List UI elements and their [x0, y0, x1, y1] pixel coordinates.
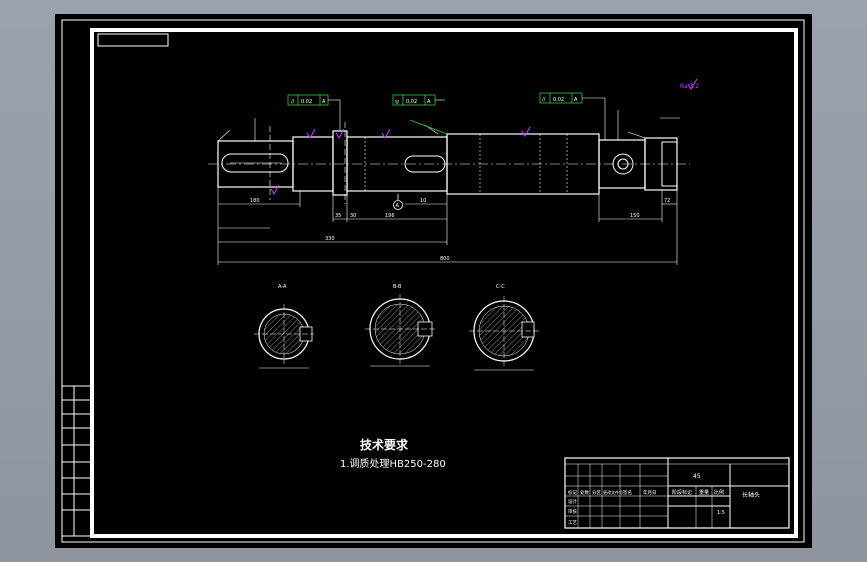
dim-72: 72	[664, 198, 670, 204]
drawing-sheet: 180 330 800 35 30 10 196 150 72 A // 0.0…	[55, 14, 812, 548]
svg-text:A-A: A-A	[278, 284, 287, 290]
tech-requirements-title: 技术要求	[360, 437, 409, 452]
svg-text:B-B: B-B	[393, 284, 402, 290]
row-label-change: 更改文件号	[603, 489, 623, 495]
tech-requirements-item1: 1.调质处理HB250-280	[340, 458, 446, 470]
dim-196: 196	[385, 213, 395, 219]
dim-35: 35	[335, 213, 341, 219]
svg-text:C-C: C-C	[496, 284, 505, 290]
row-label-mark: 标记	[568, 489, 577, 496]
dim-30: 30	[350, 213, 356, 219]
svg-text:◎: ◎	[395, 99, 400, 105]
row-label-zone: 分区	[592, 489, 601, 496]
svg-text://: //	[291, 99, 295, 105]
row-label-date: 年月日	[643, 489, 657, 496]
stage-label: 阶段标记	[672, 489, 692, 496]
dim-800: 800	[440, 256, 450, 262]
material-text: 45	[693, 473, 701, 480]
svg-text:A: A	[427, 99, 431, 105]
svg-text:A: A	[322, 99, 326, 105]
left-label-review: 审核	[568, 508, 577, 515]
svg-text:0.02: 0.02	[301, 99, 312, 105]
svg-text:0.02: 0.02	[553, 97, 564, 103]
dim-330: 330	[325, 236, 335, 242]
svg-text:0.02: 0.02	[406, 99, 417, 105]
roughness-note: Ra 3.2	[680, 83, 699, 90]
scale-value: 1:5	[717, 510, 725, 516]
left-label-process: 工艺	[568, 520, 577, 526]
dim-10: 10	[420, 198, 426, 204]
svg-text:A: A	[574, 97, 578, 103]
datum-label: A	[396, 203, 400, 209]
scale-label: 比例	[714, 489, 724, 496]
row-label-sign: 签名	[623, 489, 632, 496]
cad-viewport: 180 330 800 35 30 10 196 150 72 A // 0.0…	[0, 0, 867, 562]
dim-180: 180	[250, 198, 260, 204]
svg-text://: //	[542, 97, 546, 103]
row-label-count: 处数	[580, 489, 589, 496]
part-name-text: 长轴头	[742, 491, 760, 499]
left-label-design: 设计	[568, 498, 577, 505]
dim-150: 150	[630, 213, 640, 219]
weight-label: 重量	[699, 489, 709, 496]
